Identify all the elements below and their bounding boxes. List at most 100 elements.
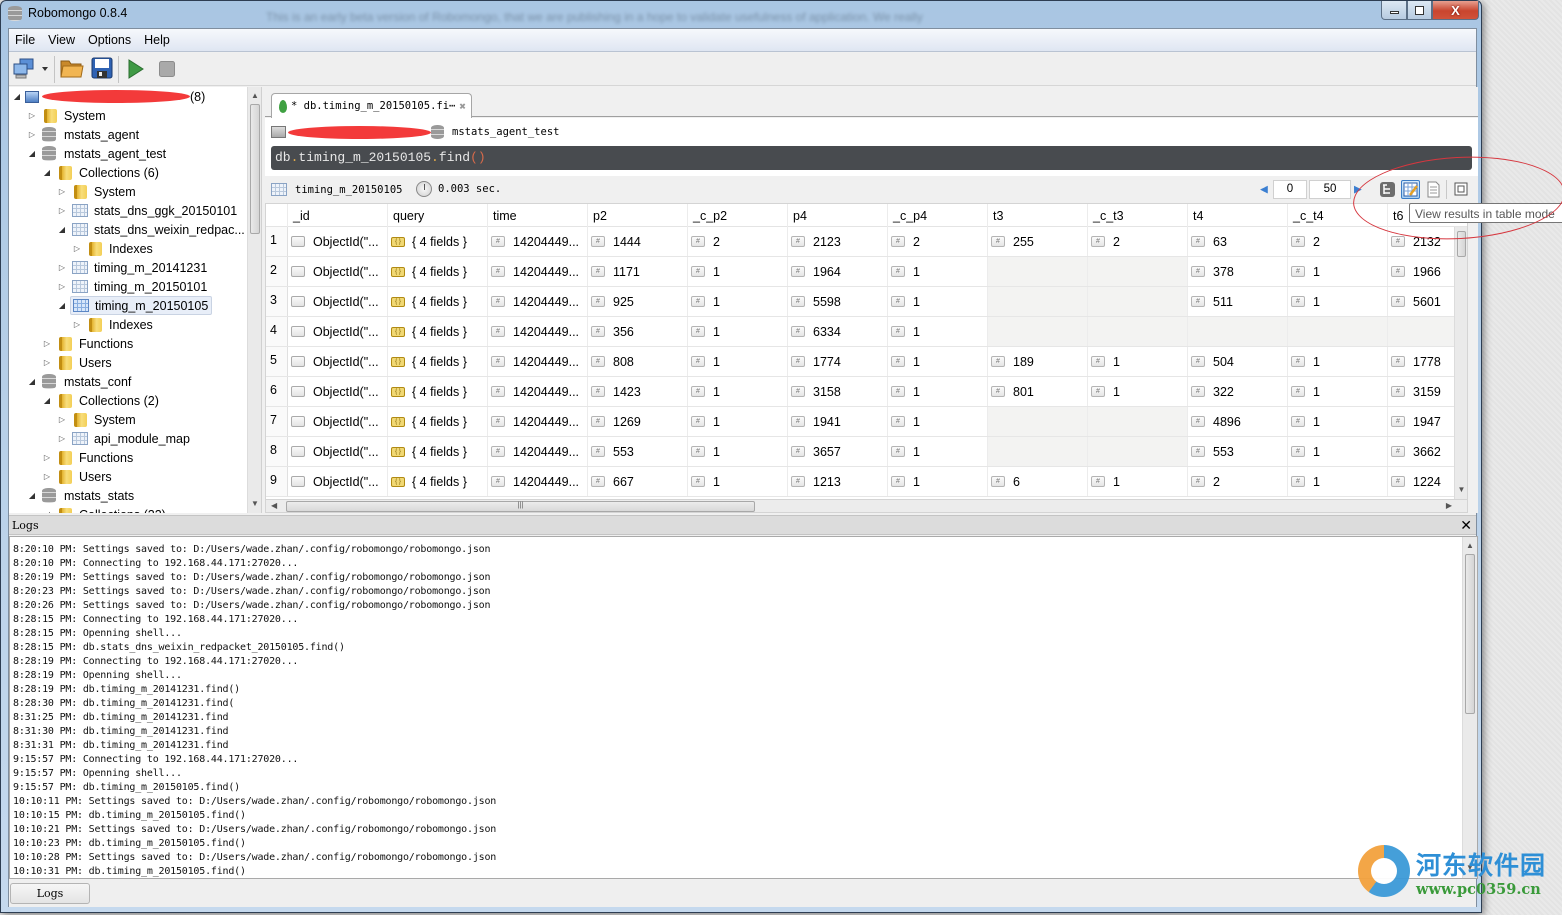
- collapse-arrow-icon[interactable]: ◢: [41, 510, 53, 513]
- tree-item-folder[interactable]: ◢ Collections (22): [41, 505, 169, 513]
- table-cell[interactable]: ObjectId("...: [288, 437, 388, 466]
- tree-item-body[interactable]: Indexes: [85, 315, 156, 334]
- table-cell[interactable]: #1774: [788, 347, 888, 376]
- table-cell[interactable]: #1423: [588, 377, 688, 406]
- table-row[interactable]: 7 ObjectId("... { } { 4 fields } #14204449..…: [266, 407, 1467, 437]
- tree-item-body[interactable]: Collections (22): [55, 505, 169, 513]
- table-cell[interactable]: #504: [1188, 347, 1288, 376]
- table-cell[interactable]: #14204449...: [488, 467, 588, 496]
- query-tab[interactable]: * db.timing_m_20150105.fi⋯ ✖: [271, 93, 472, 118]
- table-cell[interactable]: [988, 257, 1088, 286]
- tree-item-folder[interactable]: ▷ Functions: [41, 334, 136, 353]
- table-row[interactable]: 9 ObjectId("... { } { 4 fields } #14204449..…: [266, 467, 1467, 497]
- row-number[interactable]: 5: [266, 347, 288, 376]
- tree-item-folder[interactable]: ▷ System: [56, 410, 139, 429]
- horizontal-scroll-thumb[interactable]: |||: [286, 501, 755, 512]
- table-cell[interactable]: #14204449...: [488, 407, 588, 436]
- close-logs-icon[interactable]: ✕: [1460, 517, 1472, 534]
- table-cell[interactable]: [1088, 257, 1188, 286]
- table-cell[interactable]: ObjectId("...: [288, 227, 388, 256]
- tree-item-body[interactable]: timing_m_20150101: [70, 277, 210, 296]
- table-cell[interactable]: #14204449...: [488, 317, 588, 346]
- previous-page-icon[interactable]: ◀: [1260, 182, 1268, 197]
- tree-item-body[interactable]: timing_m_20141231: [70, 258, 210, 277]
- tree-item-body[interactable]: stats_dns_weixin_redpac...: [70, 220, 248, 239]
- expand-arrow-icon[interactable]: ▷: [71, 244, 83, 253]
- table-cell[interactable]: #1: [688, 377, 788, 406]
- column-header[interactable]: _c_p4: [888, 204, 988, 227]
- tree-server-node[interactable]: ◢ (8): [11, 87, 205, 106]
- table-cell[interactable]: #2123: [788, 227, 888, 256]
- table-cell[interactable]: [988, 317, 1088, 346]
- tree-item-body[interactable]: mstats_conf: [40, 372, 134, 391]
- scroll-up-icon[interactable]: ▲: [1463, 541, 1477, 550]
- table-cell[interactable]: #553: [1188, 437, 1288, 466]
- collapse-arrow-icon[interactable]: ◢: [26, 377, 38, 386]
- table-cell[interactable]: ObjectId("...: [288, 257, 388, 286]
- expand-arrow-icon[interactable]: ▷: [56, 263, 68, 272]
- table-cell[interactable]: #6334: [788, 317, 888, 346]
- tree-item-body[interactable]: Users: [55, 353, 115, 372]
- expand-arrow-icon[interactable]: ▷: [26, 130, 38, 139]
- table-row[interactable]: 3 ObjectId("... { } { 4 fields } #14204449..…: [266, 287, 1467, 317]
- table-cell[interactable]: { } { 4 fields }: [388, 407, 488, 436]
- tree-item-collection[interactable]: ◢ timing_m_20150105: [56, 296, 213, 315]
- column-header[interactable]: _c_t3: [1088, 204, 1188, 227]
- table-mode-button[interactable]: [1401, 180, 1420, 199]
- table-cell[interactable]: #1: [688, 257, 788, 286]
- table-cell[interactable]: #1: [1288, 377, 1388, 406]
- collapse-arrow-icon[interactable]: ◢: [26, 149, 38, 158]
- next-page-icon[interactable]: ▶: [1354, 182, 1362, 197]
- table-cell[interactable]: #63: [1188, 227, 1288, 256]
- table-cell[interactable]: #1: [1088, 347, 1188, 376]
- row-number[interactable]: 9: [266, 467, 288, 496]
- table-cell[interactable]: #1213: [788, 467, 888, 496]
- table-cell[interactable]: { } { 4 fields }: [388, 257, 488, 286]
- column-header[interactable]: time: [488, 204, 588, 227]
- table-cell[interactable]: #14204449...: [488, 377, 588, 406]
- query-editor[interactable]: db.timing_m_20150105.find(): [271, 146, 1472, 170]
- table-cell[interactable]: #1: [688, 407, 788, 436]
- tree-item-folder[interactable]: ▷ Indexes: [71, 315, 156, 334]
- table-cell[interactable]: ObjectId("...: [288, 287, 388, 316]
- tree-item-body[interactable]: mstats_agent_test: [40, 144, 169, 163]
- tree-item-body[interactable]: stats_dns_ggk_20150101: [70, 201, 240, 220]
- table-cell[interactable]: #2: [888, 227, 988, 256]
- table-cell[interactable]: #1: [688, 437, 788, 466]
- table-cell[interactable]: #1171: [588, 257, 688, 286]
- column-header[interactable]: p2: [588, 204, 688, 227]
- explorer-scroll-thumb[interactable]: [250, 104, 260, 234]
- tree-item-body[interactable]: System: [70, 410, 139, 429]
- table-cell[interactable]: [1088, 407, 1188, 436]
- tree-item-body[interactable]: timing_m_20150105: [70, 296, 213, 315]
- logs-scrollbar[interactable]: ▲ ▼: [1462, 537, 1477, 878]
- expand-arrow-icon[interactable]: ◢: [11, 92, 23, 101]
- tree-item-body[interactable]: System: [70, 182, 139, 201]
- table-cell[interactable]: [1088, 287, 1188, 316]
- table-cell[interactable]: #1: [888, 347, 988, 376]
- table-cell[interactable]: ObjectId("...: [288, 347, 388, 376]
- menu-file[interactable]: File: [9, 29, 42, 51]
- table-cell[interactable]: #1269: [588, 407, 688, 436]
- tree-item-database[interactable]: ◢ mstats_stats: [26, 486, 137, 505]
- table-cell[interactable]: #1: [888, 407, 988, 436]
- row-number[interactable]: 1: [266, 227, 288, 256]
- table-cell[interactable]: #6: [988, 467, 1088, 496]
- table-cell[interactable]: #1: [1288, 287, 1388, 316]
- menu-help[interactable]: Help: [138, 29, 177, 51]
- menu-view[interactable]: View: [42, 29, 82, 51]
- expand-arrow-icon[interactable]: ▷: [56, 415, 68, 424]
- table-cell[interactable]: ObjectId("...: [288, 317, 388, 346]
- tree-item-database[interactable]: ◢ mstats_conf: [26, 372, 134, 391]
- table-cell[interactable]: { } { 4 fields }: [388, 227, 488, 256]
- results-vertical-scrollbar[interactable]: ▼: [1454, 227, 1467, 499]
- tree-mode-button[interactable]: [1378, 180, 1397, 199]
- tree-item-collection[interactable]: ▷ timing_m_20141231: [56, 258, 210, 277]
- expand-arrow-icon[interactable]: ▷: [41, 453, 53, 462]
- table-cell[interactable]: #1: [1288, 437, 1388, 466]
- table-cell[interactable]: ObjectId("...: [288, 407, 388, 436]
- column-header[interactable]: p4: [788, 204, 888, 227]
- tree-item-collection[interactable]: ▷ timing_m_20150101: [56, 277, 210, 296]
- maximize-button[interactable]: [1407, 1, 1432, 20]
- results-scroll-thumb[interactable]: [1457, 231, 1466, 257]
